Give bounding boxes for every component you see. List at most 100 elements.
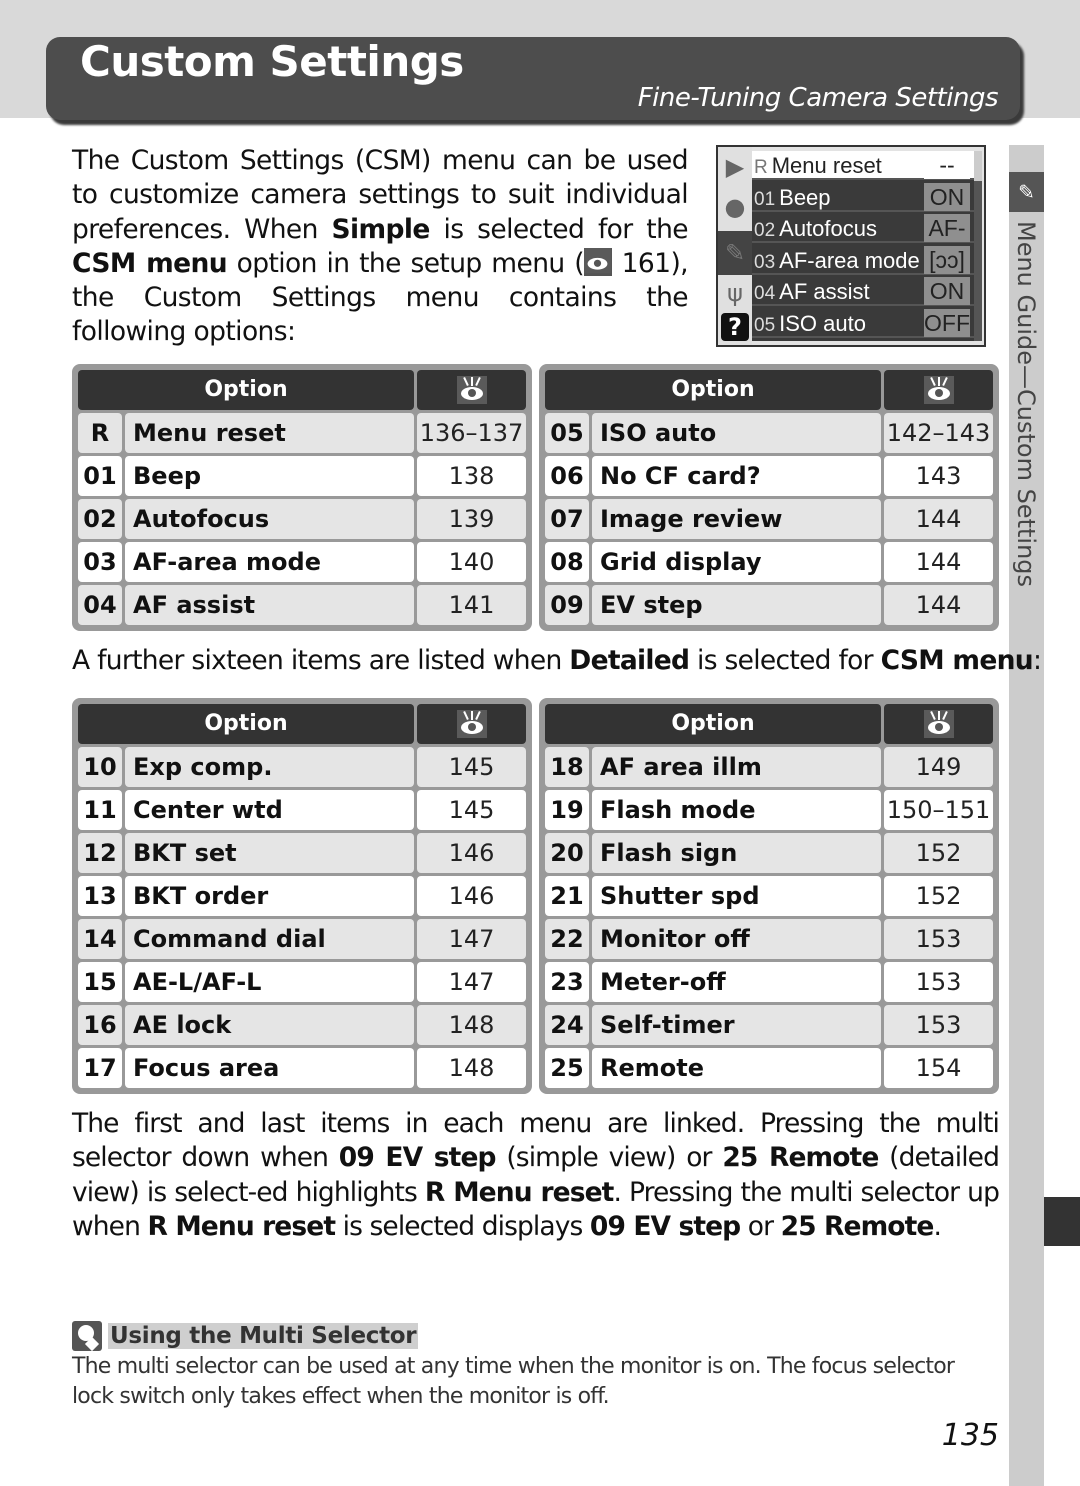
cell-num: 25: [545, 1048, 589, 1088]
detailed-intro-text: A further sixteen items are listed when …: [72, 645, 1042, 676]
para-text: (simple view) or: [495, 1142, 723, 1174]
lcd-menu-item: 05 ISO auto OFF: [752, 308, 982, 338]
lcd-item-label: Autofocus: [779, 216, 877, 241]
wrench-icon: ψ: [727, 279, 743, 307]
table-row: R Menu reset 136–137: [78, 413, 526, 453]
cell-page: 140: [417, 542, 526, 582]
lcd-item-num: 03: [754, 251, 776, 273]
cell-name: Menu reset: [125, 413, 414, 453]
table-row: 24 Self-timer 153: [545, 1005, 993, 1045]
cell-num: 21: [545, 876, 589, 916]
cell-num: 23: [545, 962, 589, 1002]
table-header: Option: [78, 370, 526, 410]
cell-num: 18: [545, 747, 589, 787]
cell-page: 148: [417, 1005, 526, 1045]
para-text: or: [740, 1210, 781, 1242]
lcd-menu-item: 04 AF assist ON: [752, 277, 982, 306]
cell-num: 20: [545, 833, 589, 873]
page-reference-eye-icon: [923, 710, 954, 738]
lcd-item-value: [ɔɔ]: [924, 245, 970, 274]
para-text: .: [933, 1210, 941, 1242]
cell-name: Shutter spd: [592, 876, 881, 916]
cell-page: 149: [884, 747, 993, 787]
tip-body: The multi selector can be used at any ti…: [72, 1354, 955, 1409]
page-subtitle: Fine-Tuning Camera Settings: [637, 83, 999, 113]
cell-name: AE lock: [125, 1005, 414, 1045]
tip-heading: Using the Multi Selector: [72, 1321, 419, 1351]
table-row: 01 Beep 138: [78, 456, 526, 496]
playback-icon: ▶: [725, 153, 745, 181]
lcd-item-num: 01: [754, 188, 776, 210]
cell-name: AF area illm: [592, 747, 881, 787]
mid-text: is selected for: [689, 645, 881, 676]
cell-page: 145: [417, 790, 526, 830]
mid-text: :: [1032, 645, 1042, 676]
cell-page: 147: [417, 962, 526, 1002]
lcd-item-value: ON: [924, 277, 970, 305]
cell-page: 139: [417, 499, 526, 539]
lcd-item-label: ISO auto: [779, 310, 866, 336]
cell-page: 152: [884, 833, 993, 873]
cell-page: 145: [417, 747, 526, 787]
cell-num: 04: [78, 585, 122, 625]
para-bold: R Menu reset: [424, 1176, 614, 1208]
detailed-options-table-left: Option 10 Exp comp. 145 11 Center wtd 145 12 BKT…: [72, 698, 532, 1094]
cell-num: 07: [545, 499, 589, 539]
pencil-icon: ✎: [718, 231, 752, 275]
camera-icon: ●: [724, 193, 746, 221]
cell-page: 146: [417, 833, 526, 873]
table-row: 05 ISO auto 142–143: [545, 413, 993, 453]
cell-page: 144: [884, 542, 993, 582]
page-reference-eye-icon: [456, 376, 487, 404]
lcd-item-value: AF-S: [924, 214, 970, 270]
tip-title: Using the Multi Selector: [108, 1323, 419, 1349]
cell-page: 146: [417, 876, 526, 916]
cell-name: AF assist: [125, 585, 414, 625]
table-header: Option: [78, 704, 526, 744]
table-row: 07 Image review 144: [545, 499, 993, 539]
cell-name: Grid display: [592, 542, 881, 582]
magnifier-tip-icon: [72, 1321, 102, 1351]
section-side-tab: ✎ Menu Guide—Custom Settings: [1009, 145, 1044, 1486]
table-row: 20 Flash sign 152: [545, 833, 993, 873]
table-row: 08 Grid display 144: [545, 542, 993, 582]
cell-name: Image review: [592, 499, 881, 539]
cell-name: Remote: [592, 1048, 881, 1088]
cell-name: Meter-off: [592, 962, 881, 1002]
lcd-item-label: Menu reset: [771, 153, 882, 178]
lcd-item-num: 05: [754, 314, 776, 336]
para-text: is selected displays: [335, 1210, 590, 1242]
para-bold: R Menu reset: [147, 1210, 336, 1242]
table-header: Option: [545, 704, 993, 744]
cell-page: 153: [884, 962, 993, 1002]
cell-num: 17: [78, 1048, 122, 1088]
column-header-option: Option: [78, 704, 414, 744]
lcd-tab-column: ▶ ● ✎ ψ ?: [718, 147, 752, 345]
table-row: 14 Command dial 147: [78, 919, 526, 959]
cell-num: 08: [545, 542, 589, 582]
intro-text: option in the setup menu (: [226, 247, 585, 279]
camera-menu-screenshot: ▶ ● ✎ ψ ? R Menu reset -- 01 Beep ON 02 Autofoc…: [716, 145, 986, 347]
table-row: 19 Flash mode 150–151: [545, 790, 993, 830]
cell-name: Focus area: [125, 1048, 414, 1088]
section-marker: [1044, 1197, 1080, 1246]
cell-num: 22: [545, 919, 589, 959]
lcd-menu-item: R Menu reset --: [752, 151, 982, 180]
lcd-item-label: AF assist: [779, 279, 870, 304]
help-icon: ?: [721, 313, 749, 341]
intro-bold-csm-menu: CSM menu: [72, 247, 228, 279]
lcd-item-num: 02: [754, 220, 776, 241]
cell-page: 143: [884, 456, 993, 496]
lcd-scroll-thumb: [974, 151, 982, 181]
cell-num: 14: [78, 919, 122, 959]
linked-items-paragraph: The first and last items in each menu ar…: [72, 1107, 1000, 1244]
lcd-menu-item: 03 AF-area mode [ɔɔ]: [752, 245, 982, 275]
mid-text: A further sixteen items are listed when: [72, 645, 570, 676]
cell-num: 06: [545, 456, 589, 496]
cell-name: Command dial: [125, 919, 414, 959]
cell-name: Exp comp.: [125, 747, 414, 787]
para-bold: 09 EV step: [589, 1210, 741, 1242]
cell-name: ISO auto: [592, 413, 881, 453]
cell-name: Monitor off: [592, 919, 881, 959]
simple-options-table-left: Option R Menu reset 136–137 01 Beep 138 02 Autof…: [72, 364, 532, 631]
